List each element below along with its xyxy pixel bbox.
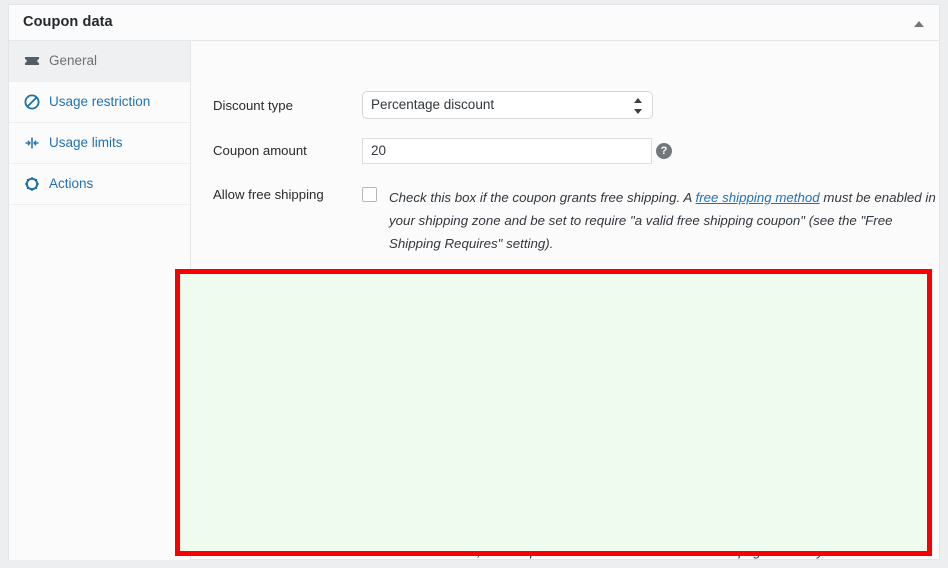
discount-type-label: Discount type <box>213 98 293 113</box>
sidebar-item-usage-limits[interactable]: Usage limits <box>9 123 190 164</box>
page-title: Coupon data <box>23 14 113 30</box>
auto-generate-checkbox[interactable] <box>362 473 377 488</box>
free-shipping-desc-part1: Check this box if the coupon grants free… <box>389 190 696 205</box>
gear-icon <box>23 175 41 193</box>
allow-free-shipping-checkbox[interactable] <box>362 187 377 202</box>
free-shipping-method-link[interactable]: free shipping method <box>696 190 820 205</box>
coupon-amount-input[interactable]: 20 <box>362 138 652 164</box>
coupon-expiry-time-input[interactable]: 23:59 <box>362 334 652 360</box>
sidebar-item-label: Actions <box>49 176 94 191</box>
check-icon: ✓ <box>364 539 377 556</box>
coupon-expiry-date-label: Coupon expiry date <box>213 286 328 301</box>
discount-type-value: Percentage discount <box>371 97 495 112</box>
for-new-user-only-description: When checked, this coupon will be valid … <box>389 432 842 447</box>
auto-generate-label-line1: Auto Generate New <box>213 474 329 489</box>
panel-body: General Usage restriction Usage limits A… <box>9 41 939 568</box>
sidebar-item-usage-restriction[interactable]: Usage restriction <box>9 82 190 123</box>
coupon-amount-label: Coupon amount <box>213 143 307 158</box>
arrow-down-glyph <box>634 109 642 114</box>
show-on-cart-label-line1: Show on cart, checkout <box>213 542 351 557</box>
max-discount-label: Max discount <box>213 384 291 399</box>
select-arrows-icon <box>634 98 643 114</box>
allow-free-shipping-label: Allow free shipping <box>213 187 324 202</box>
show-on-cart-description: When checked, this coupon will be visibl… <box>389 544 846 559</box>
panel-header: Coupon data <box>9 5 939 41</box>
chevron-up-icon[interactable] <box>913 18 927 30</box>
coupon-expiry-time-help-icon[interactable]: ? <box>656 339 672 355</box>
chevron-up-glyph <box>914 21 924 27</box>
show-on-cart-checkbox[interactable]: ✓ <box>362 539 377 556</box>
auto-generate-description-line1: Generate exact copy of this coupon with … <box>389 476 915 491</box>
allow-free-shipping-description: Check this box if the coupon grants free… <box>389 186 945 255</box>
coupon-expiry-date-input[interactable]: 2019-12-31 <box>362 280 652 306</box>
max-discount-input[interactable]: Unlimited discount <box>362 378 652 404</box>
auto-generate-label-line2: Coupons with each item <box>213 498 354 513</box>
screen: Coupon data General Usage restriction Us… <box>0 0 948 568</box>
sidebar-item-actions[interactable]: Actions <box>9 164 190 205</box>
coupon-general-form: Discount type Percentage discount Coupon… <box>192 41 939 568</box>
ban-icon <box>23 93 41 111</box>
ticket-icon <box>23 52 41 70</box>
max-discount-help-icon[interactable]: ? <box>656 383 672 399</box>
sidebar-item-label: Usage limits <box>49 135 123 150</box>
auto-generate-description-line2: (needs this coupon to be linked with tha… <box>362 500 652 515</box>
coupon-expiry-time-label: Coupon expiry time <box>213 340 327 355</box>
discount-type-select[interactable]: Percentage discount <box>362 91 653 119</box>
arrow-up-glyph <box>634 98 642 103</box>
for-new-user-only-label: For new user only? <box>213 431 326 446</box>
for-new-user-only-checkbox[interactable]: ✓ <box>362 427 377 444</box>
panel-sidebar: General Usage restriction Usage limits A… <box>9 41 191 560</box>
coupon-data-panel: Coupon data General Usage restriction Us… <box>8 4 940 568</box>
limits-icon <box>23 134 41 152</box>
check-icon: ✓ <box>364 427 377 444</box>
sidebar-item-label: General <box>49 53 98 68</box>
sidebar-item-general[interactable]: General <box>9 41 190 82</box>
coupon-amount-help-icon[interactable]: ? <box>656 143 672 159</box>
sidebar-item-label: Usage restriction <box>49 94 151 109</box>
